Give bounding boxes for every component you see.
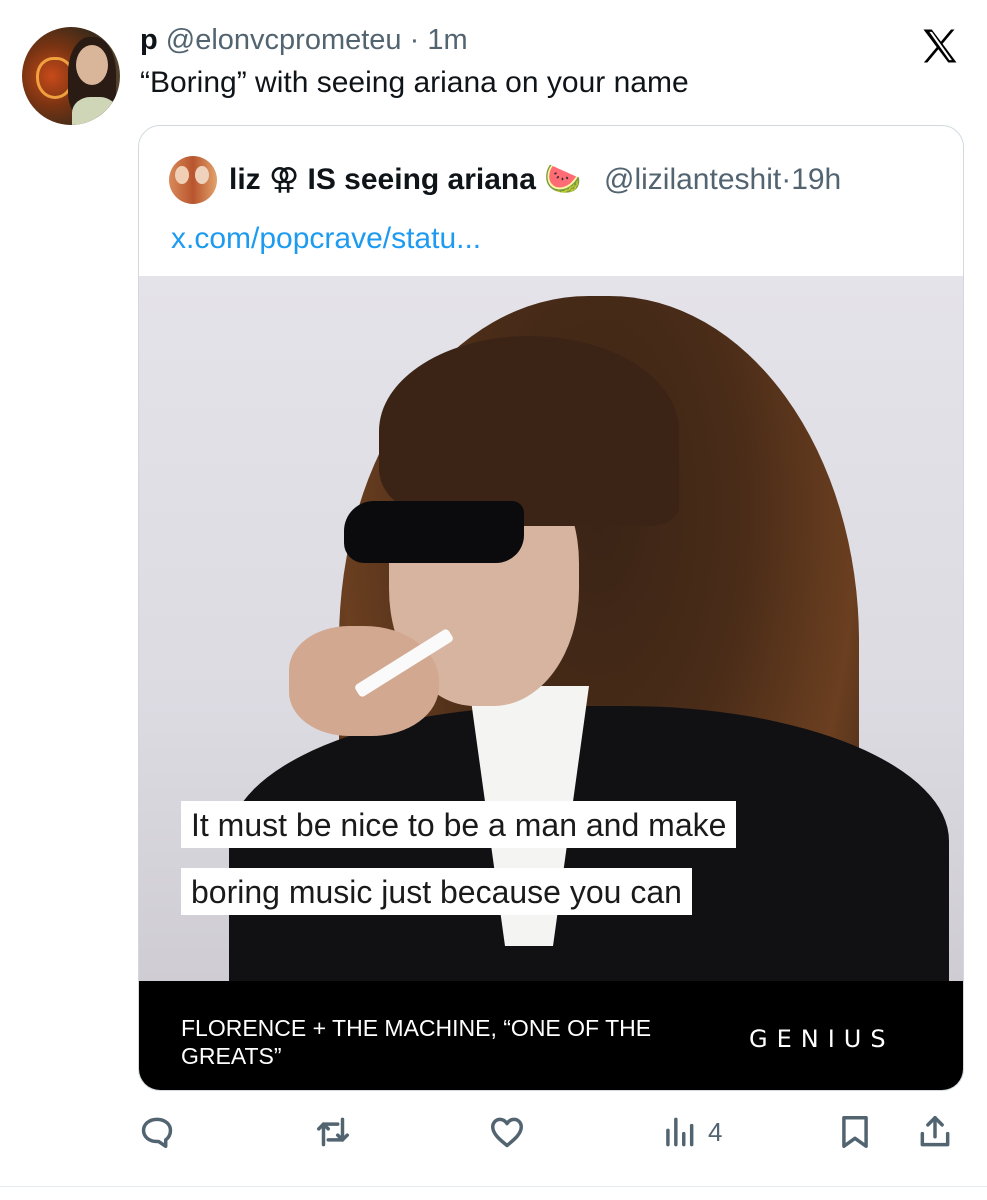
quoted-tweet-header: liz ⚢ IS seeing ariana 🍉 @lizilanteshit·… xyxy=(229,162,841,197)
quoted-tweet-card[interactable]: liz ⚢ IS seeing ariana 🍉 @lizilanteshit·… xyxy=(138,125,964,1091)
x-logo-icon[interactable] xyxy=(918,24,962,68)
bookmark-icon xyxy=(842,1116,868,1148)
tweet-text: “Boring” with seeing ariana on your name xyxy=(140,66,689,99)
bookmark-button[interactable] xyxy=(836,1110,874,1154)
tweet-time[interactable]: 1m xyxy=(427,24,467,56)
views-count: 4 xyxy=(708,1116,723,1147)
image-caption-line-1: It must be nice to be a man and make xyxy=(181,801,737,848)
image-bangs xyxy=(379,336,679,526)
reply-button[interactable] xyxy=(138,1110,176,1154)
quoted-handle-text: @lizilanteshit xyxy=(604,163,782,196)
tweet-header: p @elonvcprometeu · 1m xyxy=(140,24,468,57)
tweet-action-bar: 4 xyxy=(0,1110,987,1160)
avatar-face-right xyxy=(195,166,209,184)
share-icon xyxy=(920,1116,950,1147)
avatar-shirt xyxy=(72,97,118,125)
like-icon xyxy=(491,1117,523,1148)
image-caption-line-2: boring music just because you can xyxy=(181,868,692,915)
author-avatar[interactable] xyxy=(22,27,120,125)
bottom-divider xyxy=(0,1186,987,1187)
song-credit: FLORENCE + THE MACHINE, “ONE OF THE GREA… xyxy=(181,1015,652,1069)
quoted-tweet-time: 19h xyxy=(791,163,842,196)
header-separator: · xyxy=(409,24,420,56)
quoted-tweet-link[interactable]: x.com/popcrave/statu... xyxy=(171,222,481,256)
avatar-face-left xyxy=(175,166,189,184)
author-handle[interactable]: @elonvcprometeu xyxy=(166,24,402,56)
quoted-name-symbol: ⚢ xyxy=(269,163,300,196)
image-sunglasses xyxy=(344,501,524,563)
views-icon xyxy=(666,1117,694,1147)
author-name[interactable]: p xyxy=(140,24,158,56)
genius-logo: GENIUS xyxy=(749,1025,895,1053)
quoted-author-name[interactable]: liz ⚢ IS seeing ariana 🍉 xyxy=(229,163,590,196)
quoted-author-handle[interactable]: @lizilanteshit·19h xyxy=(604,163,841,196)
retweet-icon xyxy=(317,1117,349,1147)
views-button[interactable]: 4 xyxy=(660,1110,722,1154)
reply-icon xyxy=(141,1117,173,1148)
quoted-name-rest: IS seeing ariana xyxy=(307,163,536,196)
quoted-tweet-image[interactable]: It must be nice to be a man and make bor… xyxy=(139,276,963,981)
quoted-name-first: liz xyxy=(229,163,261,196)
retweet-button[interactable] xyxy=(314,1110,352,1154)
quoted-author-avatar[interactable] xyxy=(169,156,217,204)
quoted-header-separator: · xyxy=(781,163,792,196)
share-button[interactable] xyxy=(916,1110,954,1154)
image-footer-bar: FLORENCE + THE MACHINE, “ONE OF THE GREA… xyxy=(139,981,963,1090)
like-button[interactable] xyxy=(488,1110,526,1154)
watermelon-emoji-icon: 🍉 xyxy=(544,163,582,196)
avatar-face xyxy=(76,45,108,85)
